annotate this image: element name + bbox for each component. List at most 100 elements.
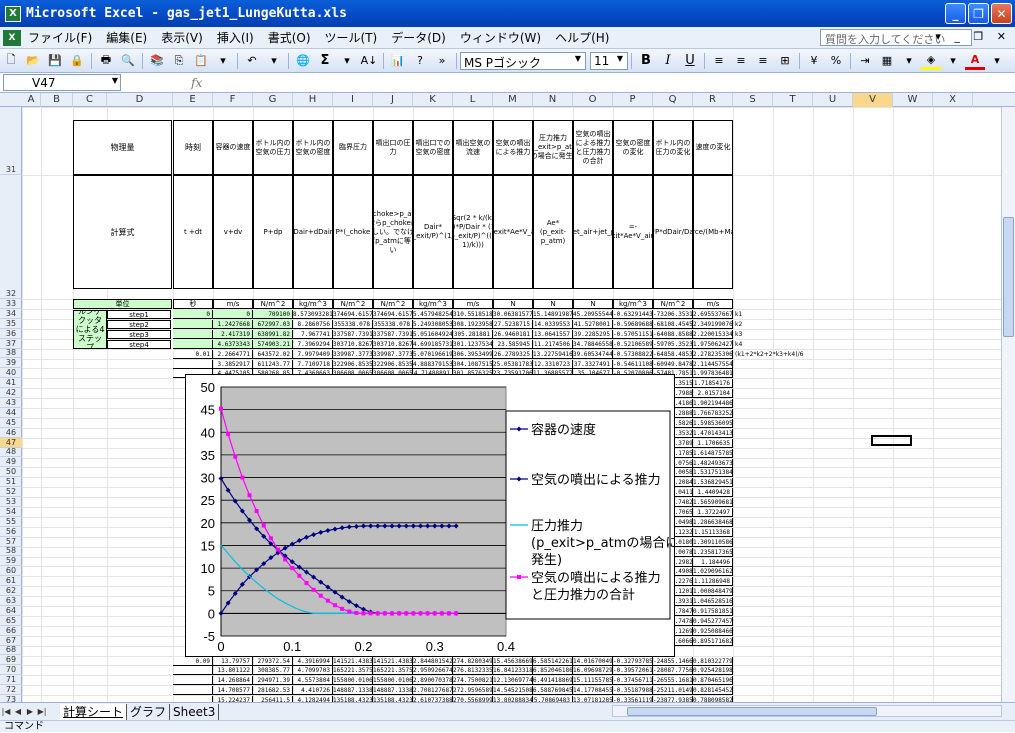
- font-color-dropdown-icon[interactable]: ▾: [987, 52, 1007, 70]
- units-time[interactable]: 秒: [173, 299, 213, 309]
- data-cell[interactable]: 281682.53: [253, 686, 293, 696]
- menu-item[interactable]: 編集(E): [99, 29, 154, 46]
- data-cell[interactable]: 7.9979409: [293, 349, 333, 359]
- column-header[interactable]: R: [693, 93, 733, 107]
- column-header[interactable]: J: [373, 93, 413, 107]
- row-header[interactable]: 58: [0, 546, 22, 557]
- data-cell[interactable]: 303710.8267: [333, 339, 373, 349]
- rk-steps-label[interactable]: ルンゲクッタによる4ステップ: [73, 310, 107, 349]
- data-cell[interactable]: [173, 666, 213, 676]
- data-cell[interactable]: 322906.8535: [373, 359, 413, 369]
- row-header[interactable]: 52: [0, 487, 22, 498]
- row-header[interactable]: 46: [0, 428, 22, 438]
- data-cell[interactable]: 11.2174506: [533, 339, 573, 349]
- data-cell[interactable]: 1.3722497: [693, 508, 733, 517]
- header-quantity[interactable]: 空気の噴出による推力: [493, 120, 533, 175]
- data-cell[interactable]: 1.470143413: [693, 428, 733, 438]
- unit-cell[interactable]: m/s: [693, 299, 733, 309]
- header-formula[interactable]: (jet_force/(Mb+Mair))*dt: [693, 175, 733, 289]
- row-header[interactable]: 62: [0, 586, 22, 597]
- row-header[interactable]: 42: [0, 388, 22, 399]
- data-cell[interactable]: 12.3310723: [533, 359, 573, 369]
- italic-icon[interactable]: I: [658, 52, 678, 70]
- column-header[interactable]: K: [413, 93, 453, 107]
- font-color-icon[interactable]: A: [965, 52, 985, 70]
- data-cell[interactable]: 0.870465196: [693, 676, 733, 686]
- header-formula[interactable]: Dair+dDair: [293, 175, 333, 289]
- data-cell[interactable]: 8.573093281: [293, 310, 333, 319]
- data-cell[interactable]: 13.22759416: [533, 349, 573, 359]
- data-cell[interactable]: 304.1087515: [453, 359, 493, 369]
- row-header[interactable]: 43: [0, 398, 22, 408]
- data-cell[interactable]: 0.810322779: [693, 656, 733, 666]
- row-header[interactable]: 55: [0, 517, 22, 527]
- data-cell[interactable]: 8.2860756: [293, 319, 333, 329]
- data-cell[interactable]: 1.975062427: [693, 339, 733, 349]
- restore-button[interactable]: ❐: [968, 3, 989, 24]
- row-header[interactable]: 36: [0, 329, 22, 339]
- row-header[interactable]: 51: [0, 477, 22, 488]
- hyperlink-icon[interactable]: 🌐: [293, 52, 313, 70]
- undo-icon[interactable]: ↶: [242, 52, 262, 70]
- close-button[interactable]: ✕: [991, 3, 1012, 24]
- header-formula[interactable]: P*(_choke: [333, 175, 373, 289]
- data-cell[interactable]: 6.491418869: [533, 676, 573, 686]
- data-cell[interactable]: 308385.77: [253, 666, 293, 676]
- data-cell[interactable]: 337587.7391: [373, 329, 413, 339]
- header-quantity[interactable]: 臨界圧力: [333, 120, 373, 175]
- row-header[interactable]: 45: [0, 418, 22, 428]
- header-formula[interactable]: k*P*dDair/Dair: [653, 175, 693, 289]
- header-formula[interactable]: P+dp: [253, 175, 293, 289]
- header-quantity[interactable]: 噴出口の圧力: [373, 120, 413, 175]
- save-icon[interactable]: 💾: [45, 52, 65, 70]
- row-header[interactable]: 64: [0, 606, 22, 616]
- header-time[interactable]: 時刻: [173, 120, 213, 175]
- new-icon[interactable]: 🗋: [1, 52, 21, 70]
- data-cell[interactable]: -0.395720616: [613, 666, 653, 676]
- workbook-window-controls[interactable]: ▾ _ ❐ ✕: [935, 30, 1011, 43]
- data-cell[interactable]: 308.1923958: [453, 319, 493, 329]
- header-quantity[interactable]: ボトル内の空気の密度: [293, 120, 333, 175]
- header-formula[interactable]: p_choke>p_atmならp_chokeに等しい。でなければp_atmに等し…: [373, 175, 413, 289]
- row-header[interactable]: 71: [0, 675, 22, 686]
- header-quantity[interactable]: 空気の密度の変化: [613, 120, 653, 175]
- data-cell[interactable]: 16.09698729: [573, 666, 613, 676]
- data-cell[interactable]: 1.997836481: [693, 369, 733, 379]
- fill-color-icon[interactable]: ◈: [921, 52, 941, 70]
- data-cell[interactable]: 4.7099703: [293, 666, 333, 676]
- data-cell[interactable]: 1.531751384: [693, 468, 733, 478]
- unit-cell[interactable]: N: [493, 299, 533, 309]
- data-cell[interactable]: 23.585945: [493, 339, 533, 349]
- unit-cell[interactable]: m/s: [213, 299, 253, 309]
- row-header[interactable]: 39: [0, 358, 22, 369]
- data-cell[interactable]: -0.351879887: [613, 686, 653, 696]
- data-cell[interactable]: [173, 676, 213, 686]
- column-header[interactable]: V: [853, 93, 893, 107]
- data-cell[interactable]: 5.070196619: [413, 349, 453, 359]
- data-cell[interactable]: -26555.16813: [653, 676, 693, 686]
- data-cell[interactable]: 274.7500821: [453, 676, 493, 686]
- header-formula[interactable]: v+dv: [213, 175, 253, 289]
- column-header[interactable]: D: [107, 93, 173, 107]
- row-header[interactable]: 49: [0, 457, 22, 468]
- data-cell[interactable]: 3.3852917: [213, 359, 253, 369]
- data-cell[interactable]: 165221.3575: [373, 666, 413, 676]
- borders-icon[interactable]: ▦: [877, 52, 897, 70]
- data-cell[interactable]: [173, 686, 213, 696]
- unit-cell[interactable]: kg/m^3: [613, 299, 653, 309]
- column-header[interactable]: X: [933, 93, 973, 107]
- horizontal-scroll-thumb[interactable]: [627, 707, 877, 716]
- column-header[interactable]: W: [893, 93, 933, 107]
- data-cell[interactable]: 672997.03: [253, 319, 293, 329]
- row-header[interactable]: 32: [0, 175, 22, 299]
- data-cell[interactable]: -59705.35231: [653, 339, 693, 349]
- data-cell[interactable]: 4.699185731: [413, 339, 453, 349]
- data-cell[interactable]: 374694.6157: [333, 310, 373, 319]
- data-cell[interactable]: 155800.0106: [333, 676, 373, 686]
- row-header[interactable]: 70: [0, 665, 22, 676]
- data-cell[interactable]: 37.3327491: [573, 359, 613, 369]
- data-cell[interactable]: 1.598536095: [693, 418, 733, 428]
- data-cell[interactable]: 0.895171682: [693, 636, 733, 646]
- row-header[interactable]: 66: [0, 626, 22, 636]
- data-cell[interactable]: [173, 359, 213, 369]
